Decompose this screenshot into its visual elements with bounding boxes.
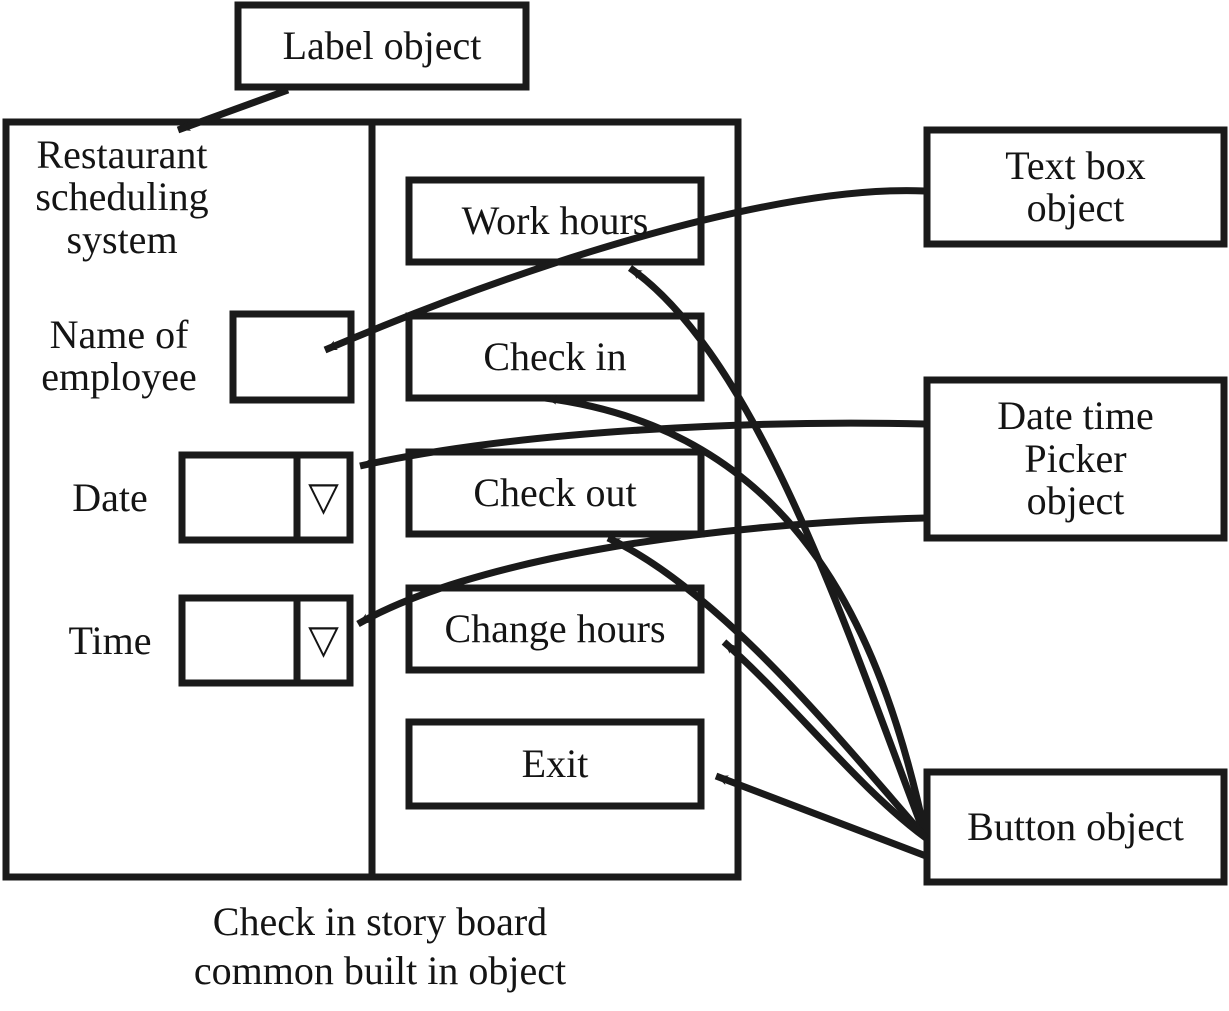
label-object-callout-text: Label object bbox=[282, 22, 482, 68]
button-object-callout-text: Button object bbox=[967, 803, 1184, 849]
time-label: Time bbox=[68, 617, 152, 663]
text-box-object-callout-text: Text box object bbox=[1005, 142, 1146, 230]
work-hours-button-label[interactable]: Work hours bbox=[409, 180, 701, 262]
storyboard-diagram: Restaurant scheduling system Name of emp… bbox=[0, 0, 1229, 1011]
diagram-caption: Check in story board common built in obj… bbox=[193, 899, 567, 993]
time-input[interactable] bbox=[178, 594, 301, 687]
check-out-button-label[interactable]: Check out bbox=[409, 452, 701, 534]
date-input[interactable] bbox=[178, 451, 301, 544]
date-label: Date bbox=[72, 474, 148, 520]
arrow-button-to-change-hours bbox=[721, 639, 929, 841]
change-hours-button-label[interactable]: Change hours bbox=[409, 588, 701, 670]
time-dropdown-chevron-icon[interactable]: ▽ bbox=[297, 598, 350, 683]
date-dropdown-chevron-icon[interactable]: ▽ bbox=[297, 455, 350, 540]
date-time-picker-callout-text: Date time Picker object bbox=[997, 393, 1154, 524]
employee-name-input[interactable] bbox=[229, 310, 355, 404]
employee-name-label: Name of employee bbox=[41, 311, 197, 399]
exit-button-label[interactable]: Exit bbox=[409, 722, 701, 806]
check-in-button-label[interactable]: Check in bbox=[409, 316, 701, 398]
app-title-label: Restaurant scheduling system bbox=[35, 132, 209, 262]
